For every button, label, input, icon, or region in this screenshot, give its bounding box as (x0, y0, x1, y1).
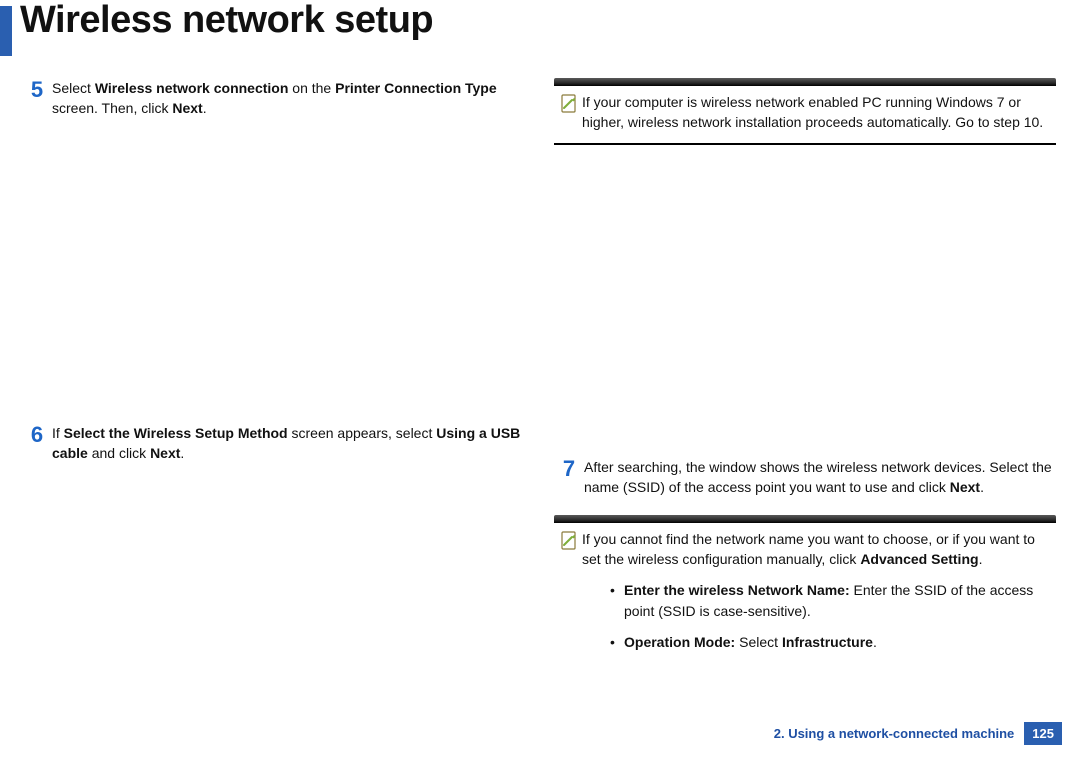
note-bar (554, 78, 1056, 86)
text: screen. Then, click (52, 100, 172, 116)
step-body: If Select the Wireless Setup Method scre… (52, 423, 524, 464)
bold: Wireless network connection (95, 80, 289, 96)
note-text: If your computer is wireless network ena… (582, 92, 1054, 133)
text: . (203, 100, 207, 116)
note-bar (554, 515, 1056, 523)
bullet-item: Operation Mode: Select Infrastructure. (610, 632, 1054, 653)
note-text: If you cannot find the network name you … (582, 529, 1054, 663)
page-title-bar: Wireless network setup (0, 0, 1080, 56)
text: . (873, 634, 877, 650)
image-placeholder (22, 137, 524, 423)
page-title: Wireless network setup (20, 0, 433, 42)
text: Select (52, 80, 95, 96)
page-footer: 2. Using a network-connected machine 125 (774, 722, 1062, 745)
bold: Next (172, 100, 202, 116)
bold: Next (950, 479, 980, 495)
bullet-item: Enter the wireless Network Name: Enter t… (610, 580, 1054, 622)
text: and click (88, 445, 150, 461)
title-accent (0, 6, 12, 56)
step-7: 7 After searching, the window shows the … (554, 457, 1056, 498)
bold: Advanced Setting (860, 551, 978, 567)
step-number: 7 (554, 457, 584, 498)
note-separator (554, 143, 1056, 145)
right-column: If your computer is wireless network ena… (554, 78, 1056, 683)
text: . (980, 479, 984, 495)
bold: Select the Wireless Setup Method (64, 425, 288, 441)
note-block-1: If your computer is wireless network ena… (554, 78, 1056, 145)
note-icon (556, 529, 582, 663)
step-number: 5 (22, 78, 52, 119)
text: screen appears, select (288, 425, 437, 441)
bold: Next (150, 445, 180, 461)
note-bullets: Enter the wireless Network Name: Enter t… (582, 580, 1054, 653)
note-block-2: If you cannot find the network name you … (554, 515, 1056, 669)
step-body: Select Wireless network connection on th… (52, 78, 524, 119)
bold: Printer Connection Type (335, 80, 497, 96)
text: Select (735, 634, 782, 650)
left-column: 5 Select Wireless network connection on … (22, 78, 524, 683)
bold: Infrastructure (782, 634, 873, 650)
text: . (979, 551, 983, 567)
bold: Enter the wireless Network Name: (624, 582, 850, 598)
step-number: 6 (22, 423, 52, 464)
footer-chapter: 2. Using a network-connected machine (774, 726, 1015, 741)
bold: Operation Mode: (624, 634, 735, 650)
text: on the (288, 80, 335, 96)
footer-page-number: 125 (1024, 722, 1062, 745)
text: . (180, 445, 184, 461)
note-icon (556, 92, 582, 133)
text: If (52, 425, 64, 441)
step-5: 5 Select Wireless network connection on … (22, 78, 524, 119)
step-body: After searching, the window shows the wi… (584, 457, 1056, 498)
step-6: 6 If Select the Wireless Setup Method sc… (22, 423, 524, 464)
